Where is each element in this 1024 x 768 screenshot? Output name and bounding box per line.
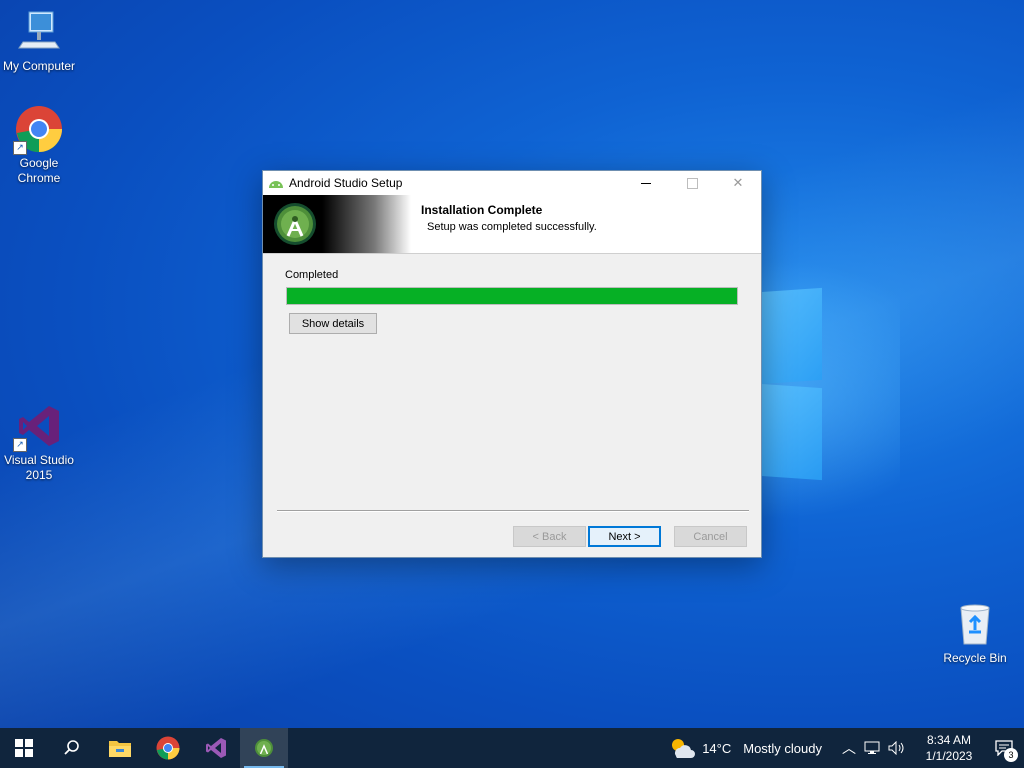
visual-studio-icon [206,738,226,758]
close-button[interactable]: ✕ [715,171,761,195]
minimize-icon [641,182,651,184]
partly-cloudy-icon [672,739,696,758]
show-details-button[interactable]: Show details [289,313,377,334]
system-tray: 14°C Mostly cloudy ︿ 8:34 AM 1/1/2023 3 [668,728,1024,768]
desktop-icon-label: Visual Studio 2015 [4,453,74,482]
cancel-button[interactable]: Cancel [674,526,747,547]
taskbar-visual-studio[interactable] [192,728,240,768]
computer-icon [15,8,63,56]
network-icon[interactable] [864,741,880,755]
file-explorer-icon [109,741,131,757]
next-button[interactable]: Next > [588,526,661,547]
weather-temperature: 14°C [702,740,732,756]
title-bar[interactable]: Android Studio Setup ✕ [263,171,761,195]
progress-bar [286,287,738,305]
back-button[interactable]: < Back [513,526,586,547]
clock[interactable]: 8:34 AM 1/1/2023 [914,732,984,764]
clock-time: 8:34 AM [926,733,972,747]
android-studio-app-icon [269,181,283,188]
header-subtitle: Setup was completed successfully. [427,221,597,233]
shortcut-arrow-icon: ↗ [13,141,27,155]
taskbar-android-studio[interactable] [240,728,288,768]
notification-count-badge: 3 [1004,748,1018,762]
search-button[interactable] [48,728,96,768]
maximize-button[interactable] [669,171,715,195]
header-title: Installation Complete [421,203,543,217]
setup-window: Android Studio Setup ✕ Installation Comp… [262,170,762,558]
chrome-icon: ↗ [13,105,63,155]
minimize-button[interactable] [623,171,669,195]
taskbar-chrome[interactable] [144,728,192,768]
tray-icons: ︿ [834,738,914,758]
wallpaper-logo-pane [760,383,822,481]
weather-description: Mostly cloudy [743,740,822,756]
visual-studio-icon: ↗ [13,402,63,452]
taskbar-file-explorer[interactable] [96,728,144,768]
shortcut-arrow-icon: ↗ [13,438,27,452]
status-label: Completed [285,269,339,281]
taskbar: 14°C Mostly cloudy ︿ 8:34 AM 1/1/2023 3 [0,728,1024,768]
desktop-icon-visual-studio[interactable]: ↗ Visual Studio 2015 [0,402,81,483]
recycle-bin-icon [951,600,999,648]
wizard-body: Completed Show details < Back Next > Can… [263,254,761,556]
chevron-up-icon[interactable]: ︿ [842,738,856,758]
window-title: Android Studio Setup [289,176,403,190]
wizard-header: Installation Complete Setup was complete… [263,195,761,254]
wallpaper-logo-pane [760,287,822,385]
close-icon: ✕ [732,175,744,190]
android-studio-logo-icon [274,203,316,245]
desktop-icon-google-chrome[interactable]: ↗ Google Chrome [0,105,81,186]
desktop-icon-my-computer[interactable]: My Computer [0,8,81,74]
desktop-icon-label: Recycle Bin [943,651,1007,665]
notification-center-button[interactable]: 3 [984,728,1024,768]
chrome-icon [156,736,180,760]
start-button[interactable] [0,728,48,768]
weather-widget[interactable]: 14°C Mostly cloudy [668,736,834,760]
desktop-icon-label: Google Chrome [17,156,61,185]
desktop-icon-recycle-bin[interactable]: Recycle Bin [933,600,1017,666]
footer-separator [277,510,749,512]
search-icon [64,740,79,755]
volume-icon[interactable] [888,741,906,755]
start-icon [15,739,33,757]
desktop-icon-label: My Computer [2,59,76,73]
progress-fill [287,288,737,304]
android-studio-icon [255,739,273,757]
clock-date: 1/1/2023 [925,749,973,763]
maximize-icon [686,177,698,189]
